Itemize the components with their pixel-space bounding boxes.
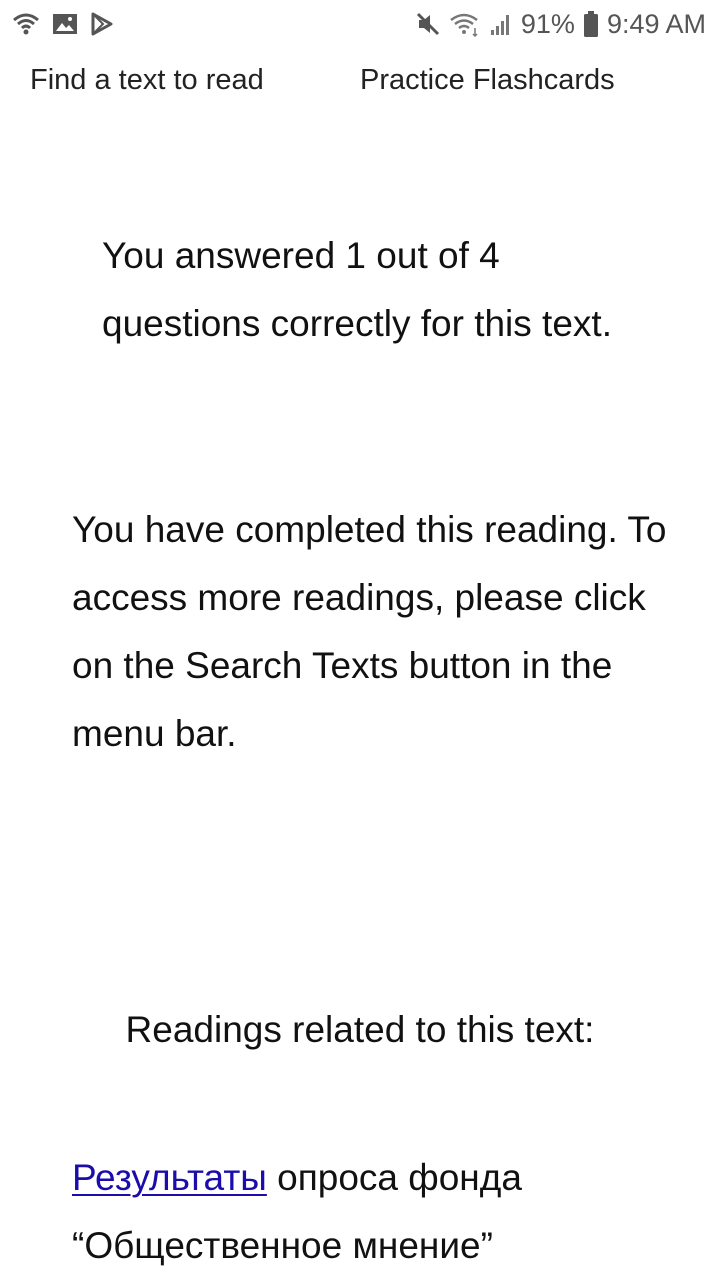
mute-icon <box>415 11 441 37</box>
signal-icon <box>489 12 513 36</box>
related-reading-link[interactable]: Результаты <box>72 1157 267 1198</box>
play-store-icon <box>90 12 114 36</box>
related-readings-heading: Readings related to this text: <box>125 1009 595 1050</box>
completion-message: You have completed this reading. To acce… <box>72 509 667 754</box>
status-bar-left <box>12 11 114 37</box>
status-bar-right: 91% 9:49 AM <box>415 9 706 40</box>
clock: 9:49 AM <box>606 8 706 39</box>
image-icon <box>52 12 78 36</box>
battery-percent: 91% <box>520 8 575 39</box>
find-text-link[interactable]: Find a text to read <box>30 64 264 97</box>
quiz-result-message: You answered 1 out of 4 questions correc… <box>102 235 612 344</box>
wifi-icon <box>449 11 481 37</box>
related-reading-item: Результаты опроса фонда “Общественное мн… <box>72 1144 682 1280</box>
status-bar: 91% 9:49 AM <box>0 0 720 48</box>
battery-icon <box>583 10 599 38</box>
practice-flashcards-link[interactable]: Practice Flashcards <box>360 64 615 97</box>
top-menu: Find a text to read Practice Flashcards <box>0 58 720 106</box>
wifi-calling-icon <box>12 11 40 37</box>
